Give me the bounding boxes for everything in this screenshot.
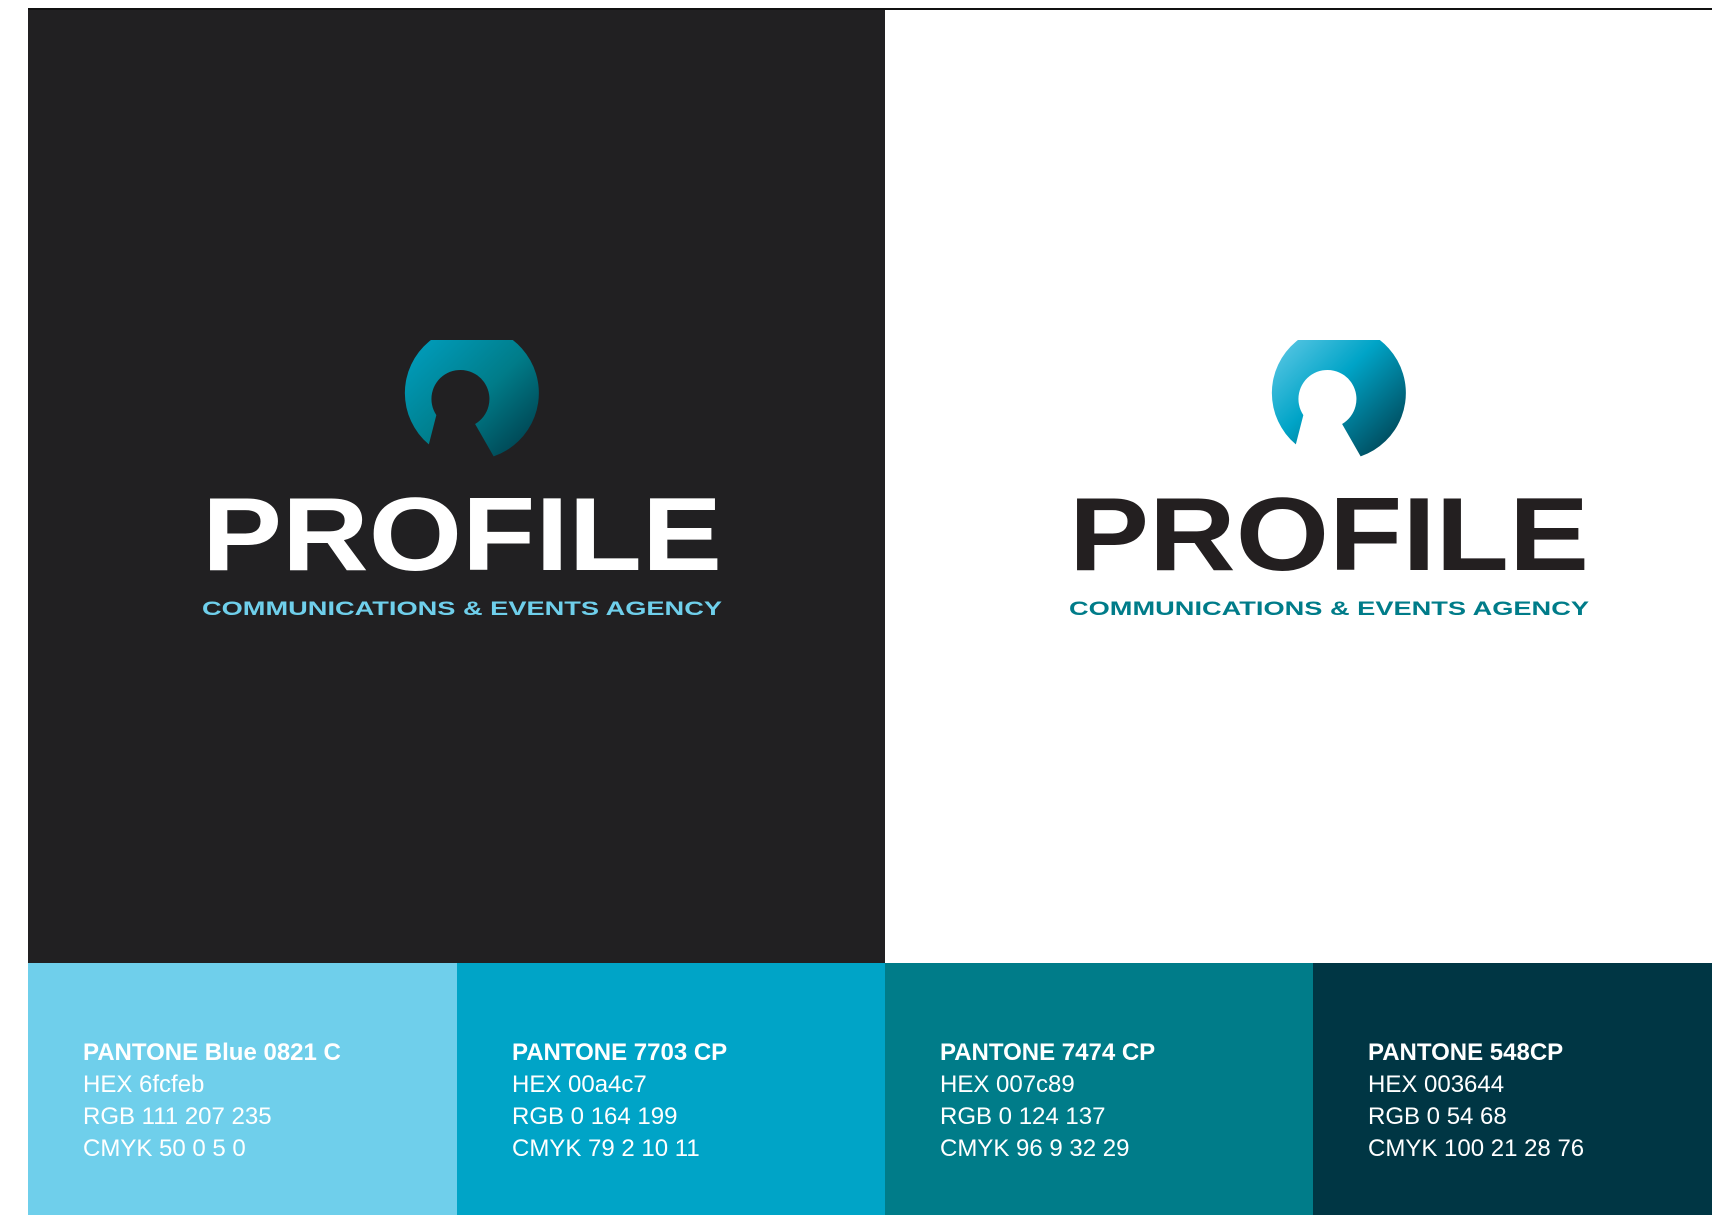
swatch-548: PANTONE 548CP HEX 003644 RGB 0 54 68 CMY… — [1313, 963, 1712, 1215]
swatch-cmyk: CMYK 79 2 10 11 — [512, 1135, 700, 1162]
swatch-pantone-name: PANTONE Blue 0821 C — [83, 1039, 341, 1066]
swatch-hex: HEX 007c89 — [940, 1071, 1075, 1098]
dark-logo-panel: PROFILE COMMUNICATIONS & EVENTS AGENCY — [28, 10, 885, 963]
wordmark: PROFILE — [202, 477, 722, 593]
swatch-pantone-name: PANTONE 7703 CP — [512, 1039, 728, 1066]
profile-logo-on-light: PROFILE COMMUNICATIONS & EVENTS AGENCY — [1069, 340, 1589, 620]
swatch-hex: HEX 003644 — [1368, 1071, 1505, 1098]
swatch-rgb: RGB 111 207 235 — [83, 1103, 272, 1130]
swatch-rgb: RGB 0 124 137 — [940, 1103, 1106, 1130]
swatch-cmyk: CMYK 50 0 5 0 — [83, 1135, 246, 1162]
swatch-cmyk: CMYK 96 9 32 29 — [940, 1135, 1130, 1162]
swatch-7474: PANTONE 7474 CP HEX 007c89 RGB 0 124 137… — [885, 963, 1313, 1215]
swatch-blue-0821: PANTONE Blue 0821 C HEX 6fcfeb RGB 111 2… — [28, 963, 457, 1215]
swatch-7703: PANTONE 7703 CP HEX 00a4c7 RGB 0 164 199… — [457, 963, 885, 1215]
tagline: COMMUNICATIONS & EVENTS AGENCY — [202, 599, 722, 620]
profile-p-circle-icon — [1271, 340, 1406, 457]
brand-color-sheet: PROFILE COMMUNICATIONS & EVENTS AGENCY P… — [28, 8, 1712, 1215]
swatch-hex: HEX 6fcfeb — [83, 1071, 205, 1098]
tagline: COMMUNICATIONS & EVENTS AGENCY — [1069, 599, 1589, 620]
swatch-pantone-name: PANTONE 7474 CP — [940, 1039, 1156, 1066]
swatch-hex: HEX 00a4c7 — [512, 1071, 647, 1098]
profile-logo-on-dark: PROFILE COMMUNICATIONS & EVENTS AGENCY — [202, 340, 722, 620]
profile-p-circle-icon — [404, 340, 539, 457]
light-logo-panel: PROFILE COMMUNICATIONS & EVENTS AGENCY — [885, 10, 1712, 963]
swatch-rgb: RGB 0 164 199 — [512, 1103, 678, 1130]
swatch-cmyk: CMYK 100 21 28 76 — [1368, 1135, 1585, 1162]
color-swatch-row: PANTONE Blue 0821 C HEX 6fcfeb RGB 111 2… — [28, 963, 1712, 1215]
swatch-pantone-name: PANTONE 548CP — [1368, 1039, 1564, 1066]
wordmark: PROFILE — [1069, 477, 1589, 593]
swatch-rgb: RGB 0 54 68 — [1368, 1103, 1507, 1130]
